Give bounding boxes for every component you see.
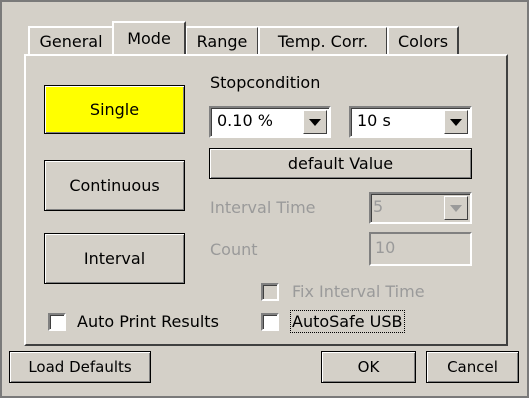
count-label: Count bbox=[210, 240, 258, 259]
fix-interval-label: Fix Interval Time bbox=[292, 282, 425, 301]
tab-mode[interactable]: Mode bbox=[112, 21, 186, 54]
stop-percent-select[interactable]: 0.10 % bbox=[209, 106, 331, 138]
interval-time-label: Interval Time bbox=[210, 198, 316, 217]
tab-general[interactable]: General bbox=[28, 26, 114, 54]
ok-button[interactable]: OK bbox=[321, 351, 416, 383]
stopcondition-label: Stopcondition bbox=[210, 73, 321, 92]
cancel-button[interactable]: Cancel bbox=[426, 351, 519, 383]
tab-temp-corr[interactable]: Temp. Corr. bbox=[258, 26, 388, 54]
tab-colors[interactable]: Colors bbox=[387, 26, 459, 54]
settings-dialog: General Mode Range Temp. Corr. Colors Si… bbox=[0, 0, 529, 398]
auto-print-checkbox[interactable] bbox=[48, 313, 66, 331]
tab-range[interactable]: Range bbox=[185, 26, 259, 54]
autosafe-usb-label: AutoSafe USB bbox=[290, 310, 405, 333]
load-defaults-button[interactable]: Load Defaults bbox=[9, 351, 151, 383]
single-mode-button[interactable]: Single bbox=[44, 85, 185, 134]
interval-mode-button[interactable]: Interval bbox=[44, 233, 185, 284]
count-input[interactable]: 10 bbox=[369, 232, 472, 266]
chevron-down-icon[interactable] bbox=[444, 110, 468, 134]
autosafe-usb-checkbox[interactable] bbox=[261, 313, 279, 331]
chevron-down-icon[interactable] bbox=[303, 110, 327, 134]
fix-interval-checkbox[interactable] bbox=[261, 283, 279, 301]
stop-time-select[interactable]: 10 s bbox=[349, 106, 472, 138]
chevron-down-icon[interactable] bbox=[444, 196, 468, 220]
default-value-button[interactable]: default Value bbox=[209, 148, 472, 179]
continuous-mode-button[interactable]: Continuous bbox=[44, 160, 185, 211]
auto-print-label: Auto Print Results bbox=[77, 312, 219, 331]
interval-time-select[interactable]: 5 bbox=[369, 192, 472, 224]
